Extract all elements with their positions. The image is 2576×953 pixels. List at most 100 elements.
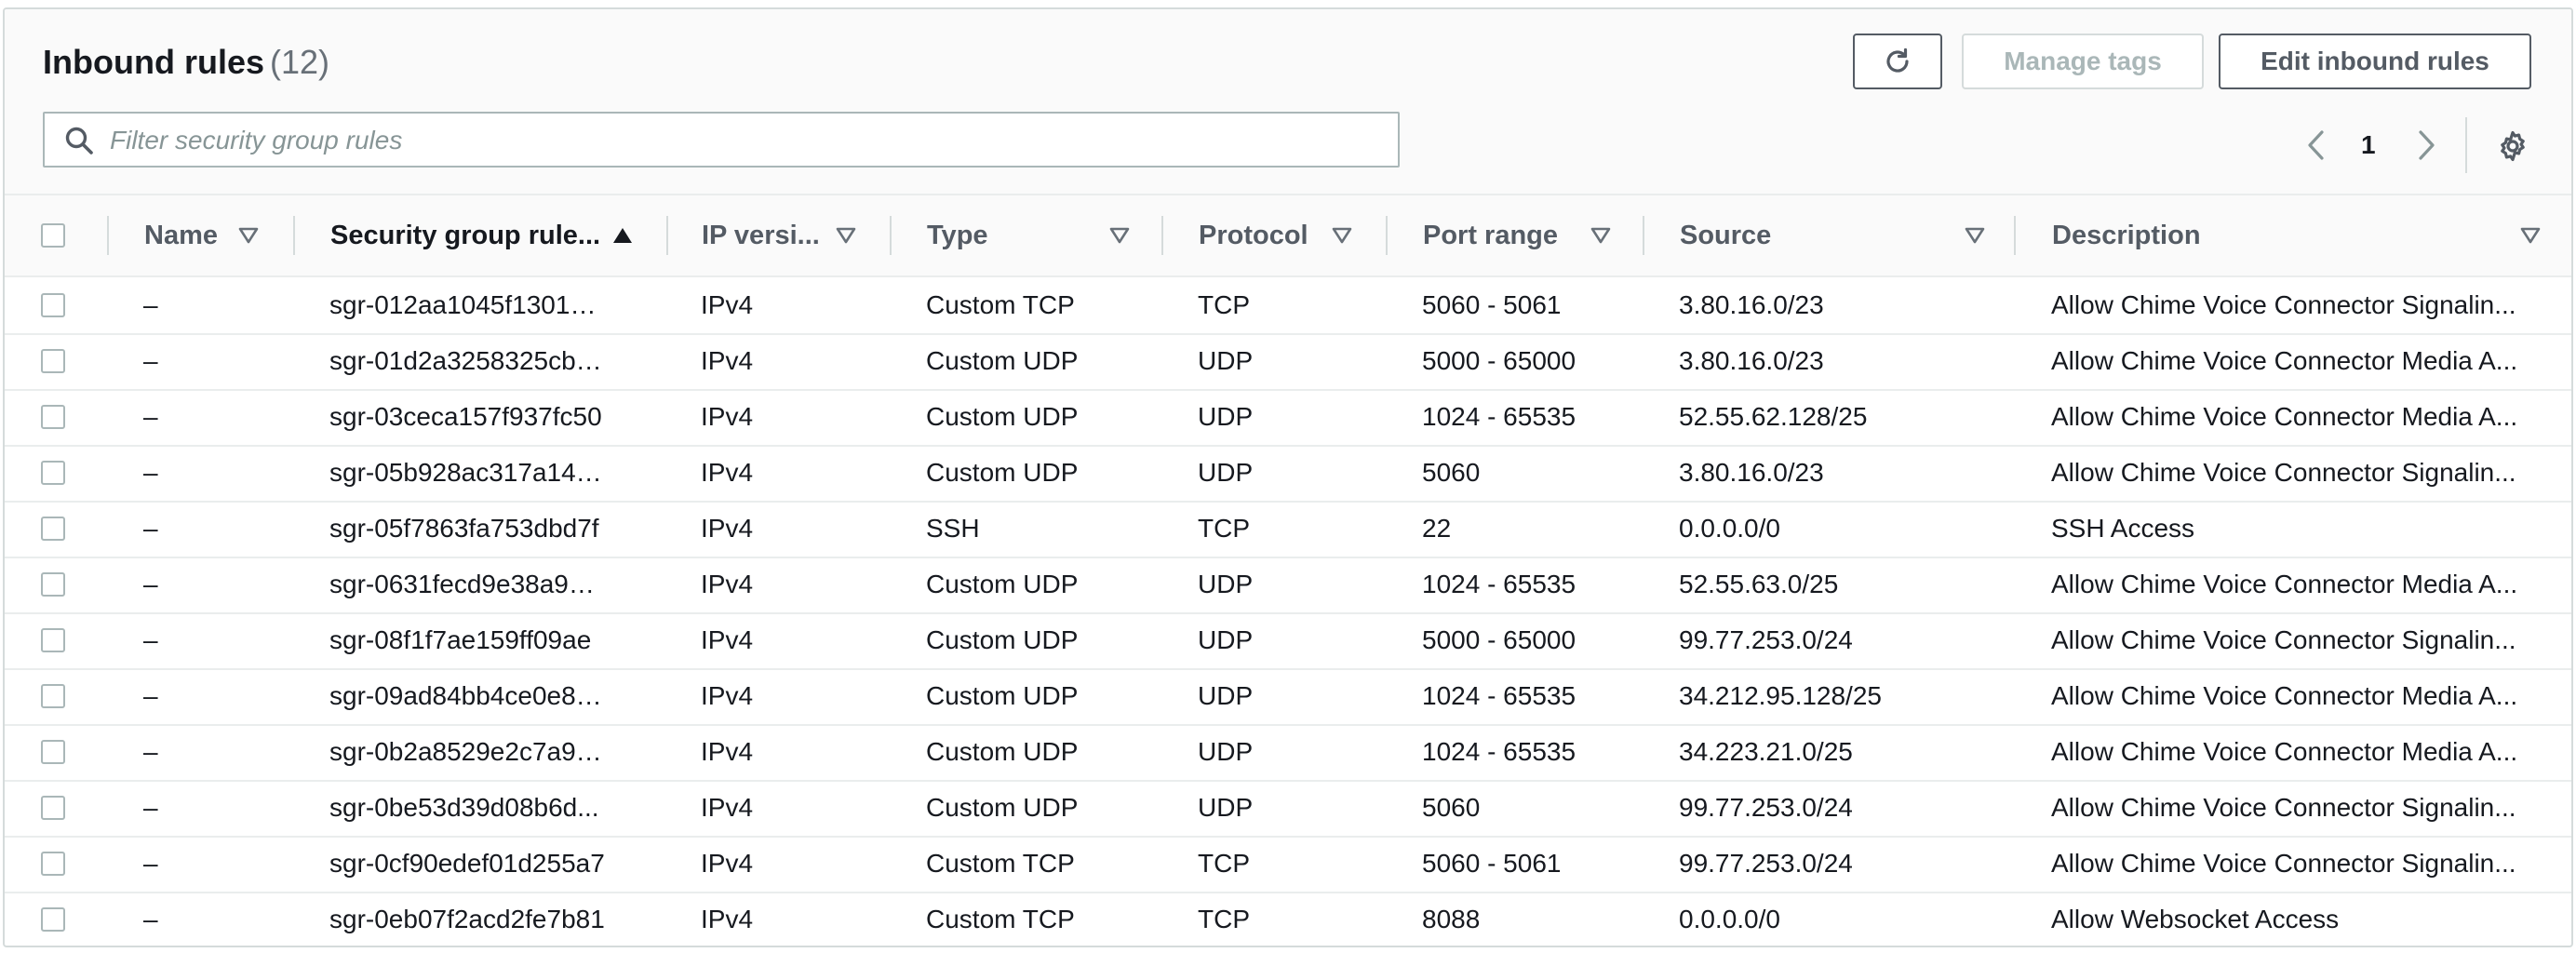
table-row[interactable]: – sgr-09ad84bb4ce0e82... IPv4 Custom UDP UDP… [5,668,2571,726]
column-divider[interactable] [666,216,668,255]
table-row[interactable]: – sgr-05b928ac317a14c9d IPv4 Custom UDP UDP 5… [5,445,2571,503]
column-header-source[interactable]: Source [1680,195,1771,275]
column-divider[interactable] [1161,216,1163,255]
column-header-label: Security group rule... [330,220,601,250]
cell-source: 0.0.0.0/0 [1679,905,1780,933]
cell-ip-version: IPv4 [701,625,754,654]
table-row[interactable]: – sgr-0cf90edef01d255a7 IPv4 Custom TCP TCP 5… [5,836,2571,893]
cell-protocol: UDP [1198,737,1254,766]
cell-ip-version: IPv4 [701,458,754,487]
select-all-checkbox[interactable] [41,223,65,248]
current-page[interactable]: 1 [2361,130,2376,160]
cell-protocol: UDP [1198,402,1254,431]
table-header: Name Security group rule... IP versi... Typ… [5,195,2571,277]
cell-protocol: UDP [1198,793,1254,822]
row-checkbox[interactable] [41,684,65,708]
row-checkbox[interactable] [41,628,65,652]
column-divider[interactable] [2014,216,2016,255]
cell-port-range: 22 [1422,514,1452,543]
cell-security-group-rule-id: sgr-012aa1045f1301201 [329,290,609,319]
sort-icon[interactable] [1590,226,1612,245]
cell-type: Custom TCP [926,849,1075,878]
cell-name: – [143,290,158,319]
cell-description: Allow Chime Voice Connector Signalin... [2051,625,2516,654]
column-divider[interactable] [107,216,109,255]
column-divider[interactable] [1386,216,1388,255]
manage-tags-button[interactable]: Manage tags [1962,34,2204,89]
column-divider[interactable] [1643,216,1644,255]
panel-title: Inbound rules (12) [43,43,329,82]
chevron-right-icon[interactable] [2413,128,2439,162]
cell-description: Allow Chime Voice Connector Signalin... [2051,849,2516,878]
column-header-name[interactable]: Name [144,195,218,275]
row-checkbox[interactable] [41,293,65,317]
row-checkbox[interactable] [41,852,65,876]
sort-icon[interactable] [1964,226,1986,245]
column-header-label: Protocol [1199,220,1308,250]
cell-description: Allow Chime Voice Connector Media A... [2051,681,2518,710]
row-checkbox[interactable] [41,405,65,429]
cell-name: – [143,793,158,822]
cell-source: 99.77.253.0/24 [1679,625,1853,654]
column-header-security-group-rule-id[interactable]: Security group rule... [330,195,600,275]
column-header-port-range[interactable]: Port range [1423,195,1558,275]
chevron-left-icon[interactable] [2303,128,2329,162]
search-input[interactable]: Filter security group rules [43,112,1400,168]
sort-icon[interactable] [835,226,857,245]
column-header-description[interactable]: Description [2052,195,2201,275]
cell-description: Allow Chime Voice Connector Media A... [2051,346,2518,375]
cell-name: – [143,346,158,375]
column-divider[interactable] [293,216,295,255]
cell-description: Allow Chime Voice Connector Media A... [2051,402,2518,431]
row-checkbox[interactable] [41,517,65,541]
cell-protocol: TCP [1198,514,1250,543]
column-header-ip-version[interactable]: IP versi... [702,195,820,275]
gear-icon[interactable] [2496,129,2529,163]
table-row[interactable]: – sgr-05f7863fa753dbd7f IPv4 SSH TCP 22 0.0.0.… [5,501,2571,558]
cell-port-range: 1024 - 65535 [1422,402,1576,431]
cell-source: 0.0.0.0/0 [1679,514,1780,543]
row-checkbox[interactable] [41,907,65,932]
table-row[interactable]: – sgr-0b2a8529e2c7a95... IPv4 Custom UDP UDP… [5,724,2571,782]
table-row[interactable]: – sgr-03ceca157f937fc50 IPv4 Custom UDP UDP 1… [5,389,2571,447]
cell-security-group-rule-id: sgr-0cf90edef01d255a7 [329,849,605,878]
column-header-label: Port range [1423,220,1559,250]
table-row[interactable]: – sgr-08f1f7ae159ff09ae IPv4 Custom UDP UDP 5… [5,612,2571,670]
sort-icon[interactable] [237,226,260,245]
sort-icon[interactable] [2519,226,2542,245]
sort-icon[interactable] [1108,226,1131,245]
table-row[interactable]: – sgr-0631fecd9e38a968c IPv4 Custom UDP UDP 1… [5,557,2571,614]
cell-port-range: 5060 - 5061 [1422,849,1562,878]
column-header-label: Source [1680,220,1772,250]
row-checkbox[interactable] [41,349,65,373]
row-checkbox[interactable] [41,461,65,485]
table-row[interactable]: – sgr-0eb07f2acd2fe7b81 IPv4 Custom TCP TCP 8… [5,892,2571,946]
table-row[interactable]: – sgr-0be53d39d08b6d... IPv4 Custom UDP UDP 5… [5,780,2571,838]
sort-ascending-icon[interactable] [611,226,634,245]
row-checkbox[interactable] [41,572,65,597]
cell-ip-version: IPv4 [701,681,754,710]
column-header-protocol[interactable]: Protocol [1199,195,1308,275]
edit-inbound-rules-button[interactable]: Edit inbound rules [2219,34,2531,89]
cell-ip-version: IPv4 [701,905,754,933]
table-row[interactable]: – sgr-012aa1045f1301201 IPv4 Custom TCP TCP 5… [5,277,2571,335]
cell-name: – [143,514,158,543]
cell-source: 52.55.63.0/25 [1679,570,1839,598]
cell-port-range: 1024 - 65535 [1422,681,1576,710]
cell-security-group-rule-id: sgr-03ceca157f937fc50 [329,402,602,431]
cell-protocol: TCP [1198,290,1250,319]
column-divider[interactable] [890,216,892,255]
cell-description: SSH Access [2051,514,2195,543]
column-header-label: Name [144,220,218,250]
column-header-type[interactable]: Type [927,195,988,275]
cell-security-group-rule-id: sgr-05b928ac317a14c9d [329,458,609,487]
table-row[interactable]: – sgr-01d2a3258325cb59f IPv4 Custom UDP UDP 5… [5,333,2571,391]
row-checkbox[interactable] [41,796,65,820]
refresh-button[interactable] [1853,34,1942,89]
cell-source: 34.212.95.128/25 [1679,681,1882,710]
row-checkbox[interactable] [41,740,65,764]
cell-type: SSH [926,514,980,543]
cell-port-range: 5060 [1422,458,1481,487]
sort-icon[interactable] [1331,226,1353,245]
cell-ip-version: IPv4 [701,737,754,766]
